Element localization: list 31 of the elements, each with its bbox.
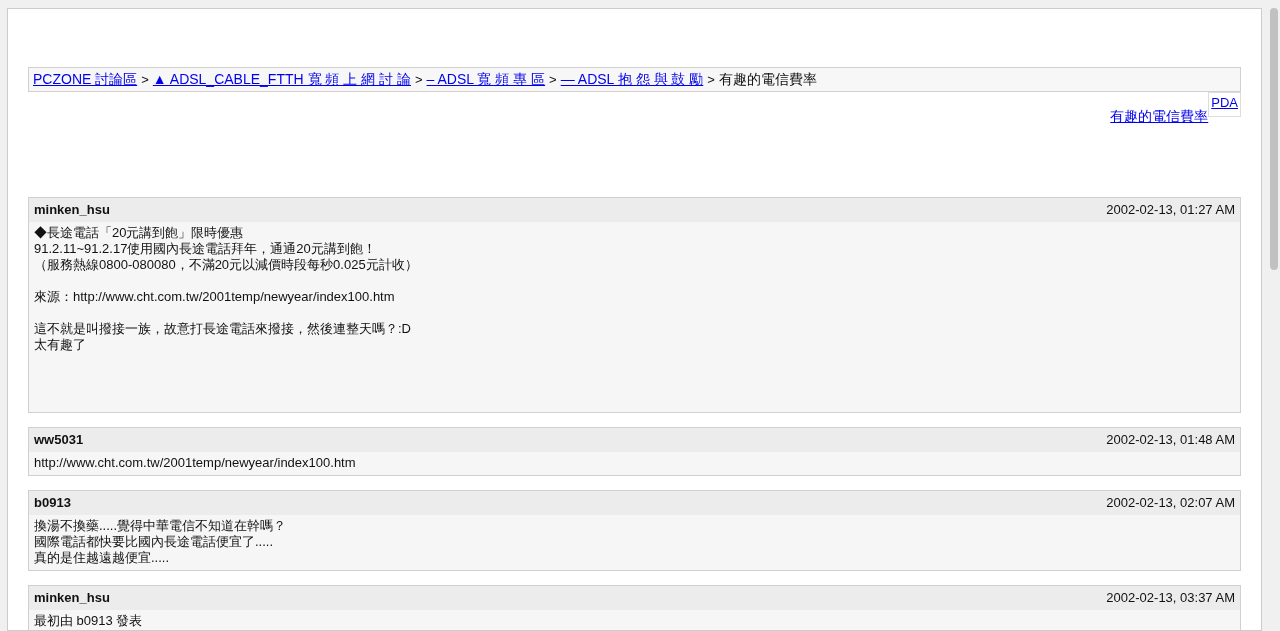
thread-link[interactable]: 有趣的電信費率 (1110, 106, 1209, 127)
post-text-line: 國際電話都快要比國內長途電話便宜了..... (34, 534, 275, 550)
post-text-line: 真的是住越遠越便宜..... (34, 550, 171, 566)
pda-link[interactable]: PDA (1208, 92, 1241, 117)
breadcrumb-separator: > (141, 70, 149, 89)
post-text-line: 91.2.11~91.2.17使用國內長途電話拜年，通通20元講到飽！ (34, 241, 377, 257)
post-date: 2002-02-13, 01:48 AM (1106, 431, 1235, 450)
post-date: 2002-02-13, 01:27 AM (1106, 201, 1235, 220)
breadcrumb-link[interactable]: — ADSL 抱 怨 與 鼓 勵 (560, 69, 704, 90)
breadcrumb-separator: > (707, 70, 715, 89)
post-author: b0913 (34, 494, 71, 513)
post-text-line: 這不就是叫撥接一族，故意打長途電話來撥接，然後連整天嗎？:D (34, 321, 412, 337)
post-text-line: （服務熱線0800-080080，不滿20元以減價時段每秒0.025元計收） (34, 257, 419, 273)
post-author: ww5031 (34, 431, 84, 450)
post-text-line: 換湯不換藥.....覺得中華電信不知道在幹嗎？ (34, 518, 288, 534)
breadcrumb-separator: > (549, 70, 557, 89)
post-text-line: http://www.cht.com.tw/2001temp/newyear/index100.htm (34, 455, 357, 471)
post-author: minken_hsu (34, 201, 110, 220)
post-text-line: 太有趣了 (34, 337, 87, 353)
breadcrumb-link[interactable]: – ADSL 寬 頻 專 區 (426, 69, 546, 90)
post-text-line: 最初由 b0913 發表 (34, 613, 144, 629)
breadcrumb-link[interactable]: PCZONE 討論區 (33, 69, 138, 90)
post-date: 2002-02-13, 02:07 AM (1106, 494, 1235, 513)
breadcrumb-link[interactable]: ▲ ADSL_CABLE_FTTH 寬 頻 上 網 討 論 (152, 69, 411, 90)
post-author: minken_hsu (34, 589, 110, 608)
breadcrumb-current: 有趣的電信費率 (718, 70, 817, 89)
scrollbar-thumb[interactable] (1270, 8, 1278, 270)
post-text-line: ◆長途電話「20元講到飽」限時優惠 (34, 225, 245, 241)
post-date: 2002-02-13, 03:37 AM (1106, 589, 1235, 608)
post-text-line: 來源：http://www.cht.com.tw/2001temp/newyear/index100.htm (34, 289, 396, 305)
breadcrumb-separator: > (414, 70, 423, 89)
